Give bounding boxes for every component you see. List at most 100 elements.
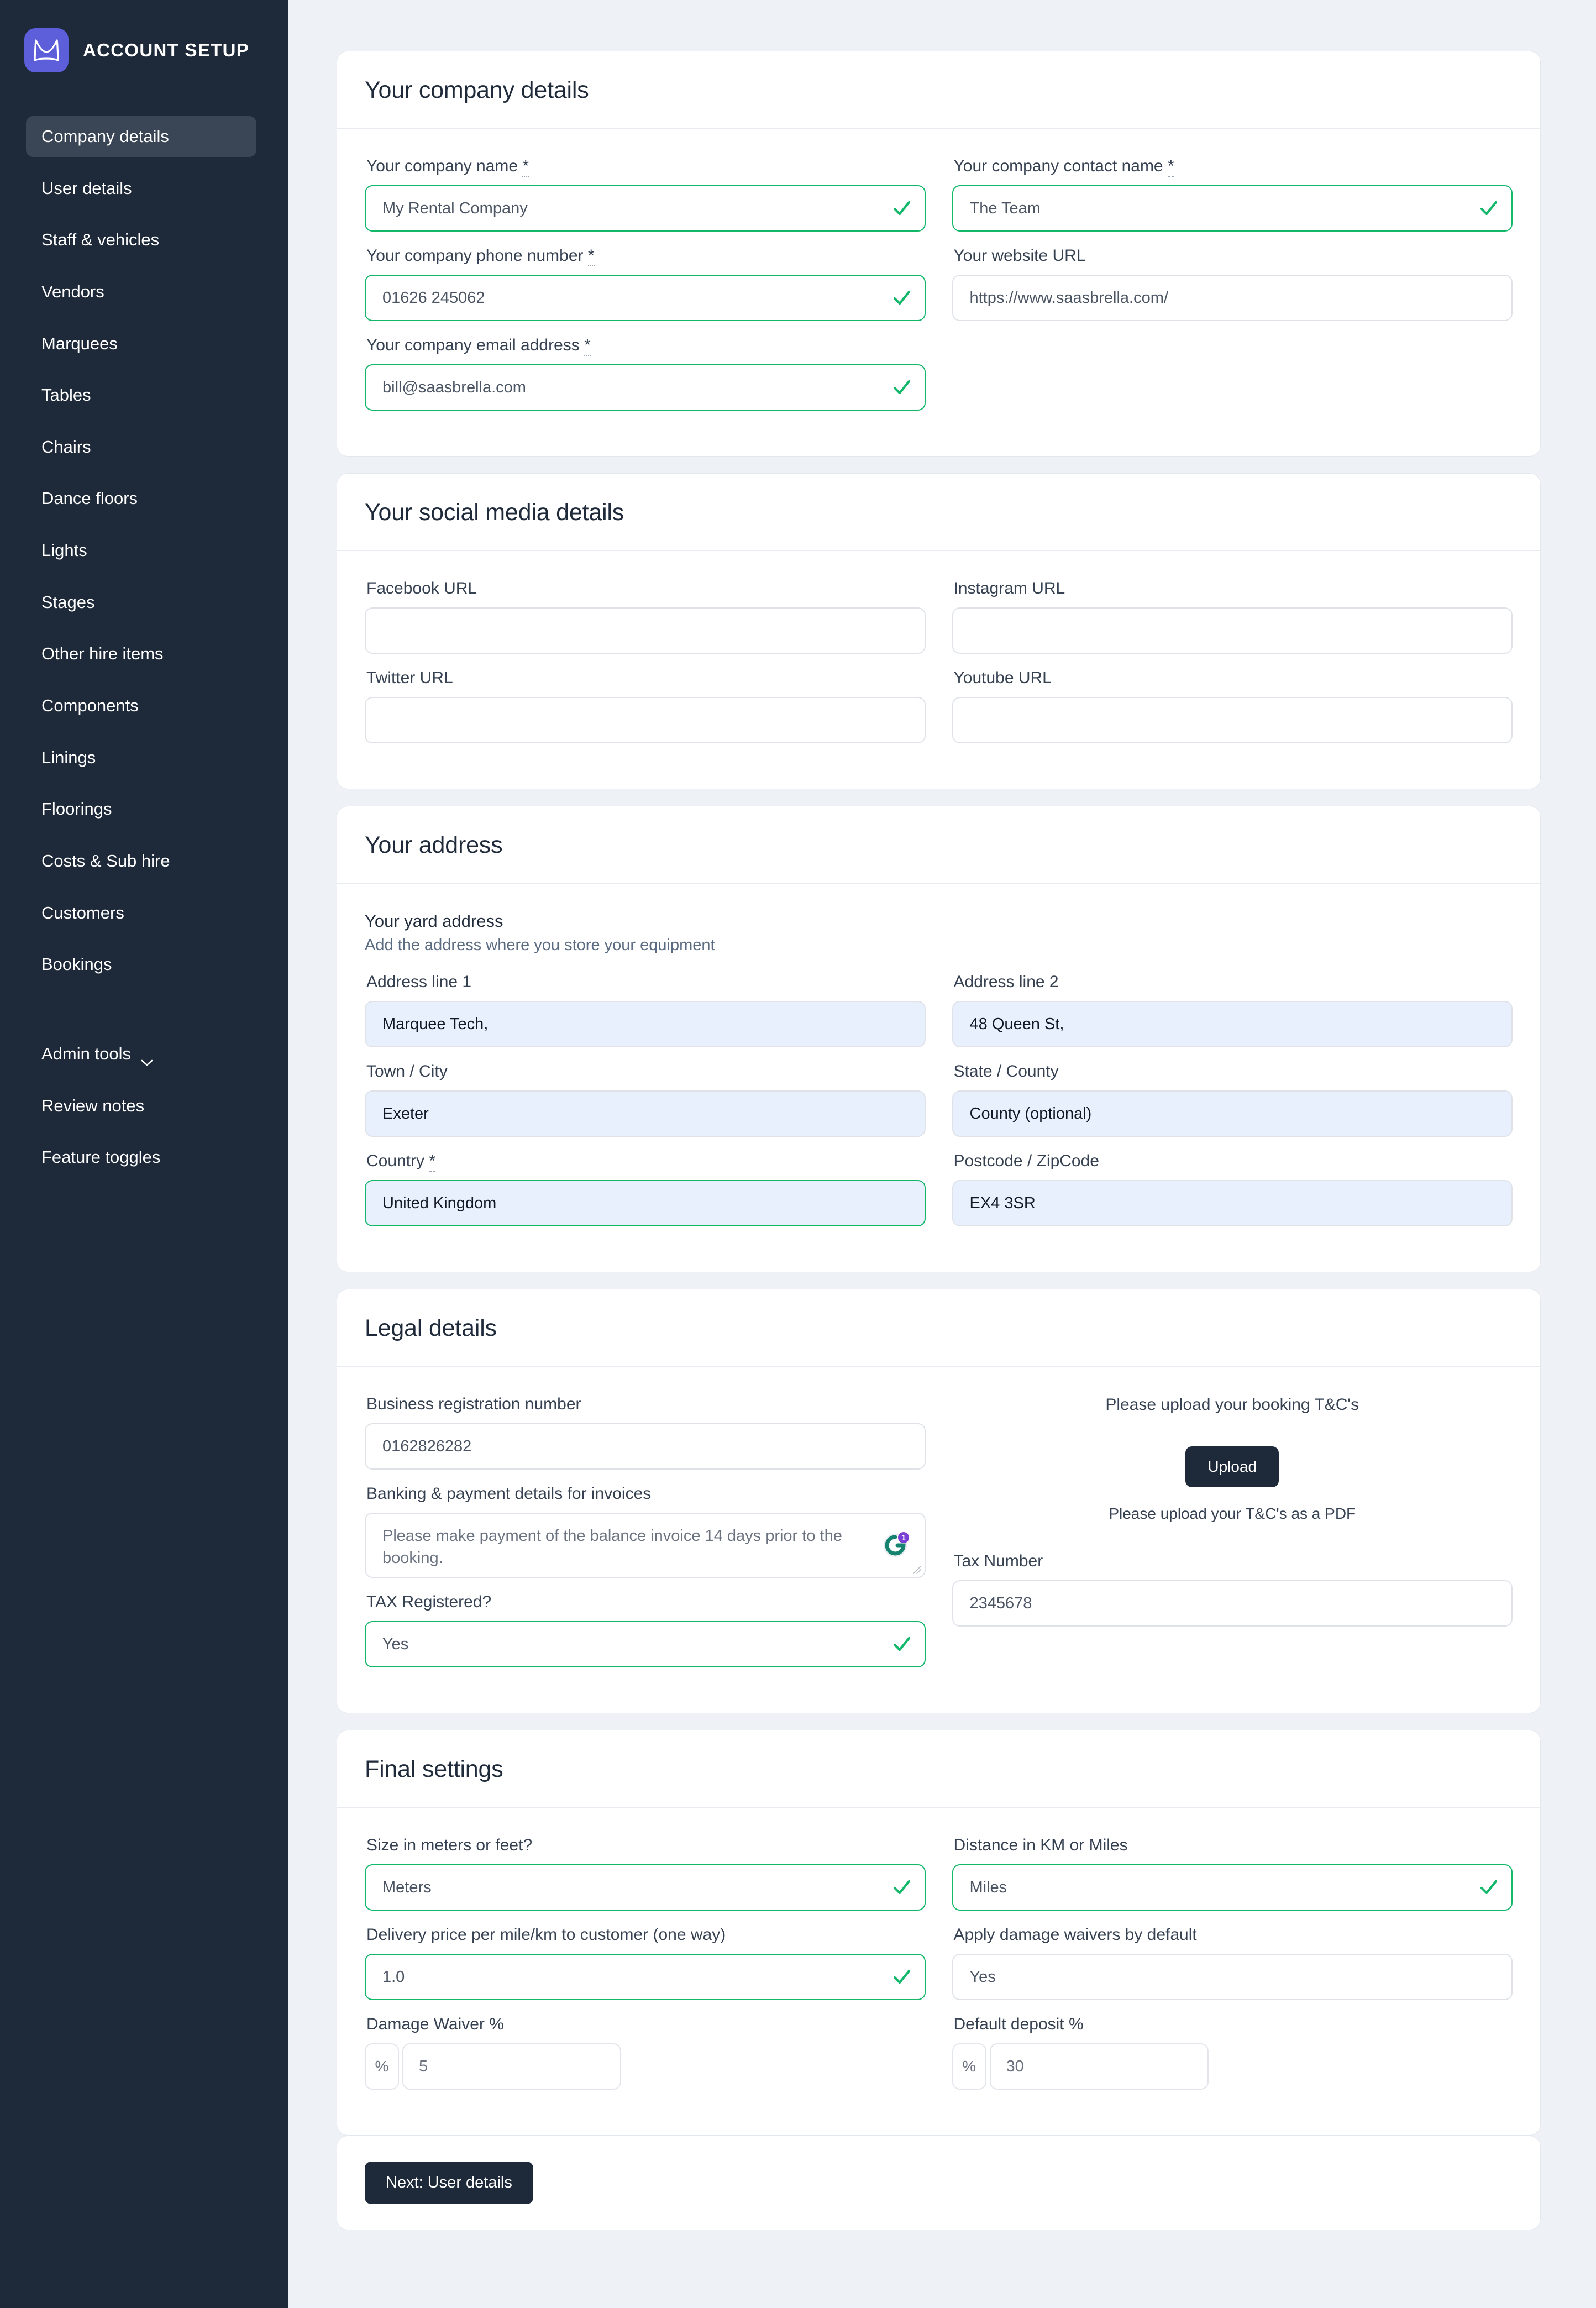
final-settings-card: Final settings Size in meters or feet? M… (337, 1730, 1541, 2136)
company-details-card: Your company details Your company name *… (337, 51, 1541, 457)
valid-check-icon (893, 1878, 911, 1897)
tc-upload-group: Please upload your booking T&C's Upload … (952, 1394, 1513, 1523)
delivery-price-label: Delivery price per mile/km to customer (… (366, 1926, 726, 1944)
sidebar-item-vendors[interactable]: Vendors (26, 271, 256, 312)
sidebar-item-review-notes[interactable]: Review notes (26, 1085, 256, 1126)
tax-number-label: Tax Number (953, 1552, 1043, 1570)
delivery-price-input[interactable]: 1.0 (365, 1954, 926, 2000)
valid-check-icon (893, 1968, 911, 1986)
distance-unit-label: Distance in KM or Miles (953, 1836, 1128, 1854)
country-input[interactable]: United Kingdom (365, 1180, 926, 1226)
company-details-body: Your company name * My Rental Company Yo… (337, 129, 1540, 456)
valid-check-icon (893, 199, 911, 218)
required-marker: * (1167, 157, 1174, 177)
facebook-input[interactable] (365, 607, 926, 654)
state-county-label: State / County (953, 1062, 1059, 1080)
next-user-details-button[interactable]: Next: User details (365, 2162, 533, 2204)
sidebar-item-floorings[interactable]: Floorings (26, 789, 256, 830)
youtube-input[interactable] (952, 697, 1513, 743)
instagram-input[interactable] (952, 607, 1513, 654)
youtube-field: Youtube URL (952, 668, 1513, 743)
company-website-label: Your website URL (953, 246, 1086, 265)
apply-damage-waivers-label: Apply damage waivers by default (953, 1926, 1197, 1944)
postcode-input[interactable]: EX4 3SR (952, 1180, 1513, 1226)
apply-damage-waivers-select[interactable]: Yes (952, 1954, 1513, 2000)
banking-details-textarea[interactable]: Please make payment of the balance invoi… (365, 1513, 926, 1578)
valid-check-icon (1479, 1878, 1498, 1897)
resize-handle-icon[interactable] (911, 1564, 921, 1574)
tax-registered-label: TAX Registered? (366, 1593, 492, 1611)
social-media-card: Your social media details Facebook URL T… (337, 473, 1541, 789)
marquee-logo-icon (24, 28, 69, 72)
default-deposit-field: Default deposit % % 30 (952, 2015, 1513, 2090)
social-media-header: Your social media details (337, 474, 1540, 551)
sidebar-item-customers[interactable]: Customers (26, 893, 256, 933)
state-county-input[interactable]: County (optional) (952, 1090, 1513, 1137)
final-settings-title: Final settings (365, 1756, 503, 1782)
brand-title: ACCOUNT SETUP (83, 40, 250, 60)
sidebar-item-company-details[interactable]: Company details (26, 116, 256, 157)
town-city-label: Town / City (366, 1062, 448, 1080)
sidebar-item-linings[interactable]: Linings (26, 737, 256, 778)
sidebar-item-bookings[interactable]: Bookings (26, 944, 256, 985)
final-settings-header: Final settings (337, 1730, 1540, 1808)
sidebar-item-feature-toggles[interactable]: Feature toggles (26, 1137, 256, 1178)
instagram-label: Instagram URL (953, 579, 1065, 597)
sidebar-item-components[interactable]: Components (26, 685, 256, 726)
business-registration-input[interactable]: 0162826282 (365, 1423, 926, 1470)
sidebar-item-lights[interactable]: Lights (26, 530, 256, 571)
company-name-label: Your company name * (366, 156, 926, 177)
company-phone-input[interactable]: 01626 245062 (365, 275, 926, 321)
distance-unit-select[interactable]: Miles (952, 1864, 1513, 1911)
final-settings-body: Size in meters or feet? Meters Delivery … (337, 1808, 1540, 2135)
sidebar-item-tables[interactable]: Tables (26, 375, 256, 416)
company-website-input[interactable]: https://www.saasbrella.com/ (952, 275, 1513, 321)
sidebar-item-other-hire-items[interactable]: Other hire items (26, 633, 256, 674)
twitter-label: Twitter URL (366, 669, 453, 687)
twitter-input[interactable] (365, 697, 926, 743)
grammarly-icon[interactable]: 1 (881, 1529, 911, 1559)
address-line2-field: Address line 2 48 Queen St, (952, 972, 1513, 1047)
required-marker: * (587, 246, 595, 266)
instagram-field: Instagram URL (952, 579, 1513, 654)
default-deposit-input[interactable]: 30 (989, 2043, 1209, 2090)
legal-details-header: Legal details (337, 1289, 1540, 1367)
sidebar-item-user-details[interactable]: User details (26, 168, 256, 209)
address-line2-label: Address line 2 (953, 973, 1059, 991)
apply-damage-waivers-field: Apply damage waivers by default Yes (952, 1925, 1513, 2000)
social-media-title: Your social media details (365, 499, 624, 526)
percent-addon-icon: % (952, 2043, 986, 2090)
sidebar-item-chairs[interactable]: Chairs (26, 427, 256, 468)
sidebar-item-costs-sub-hire[interactable]: Costs & Sub hire (26, 841, 256, 882)
svg-text:1: 1 (901, 1533, 906, 1542)
tax-number-input[interactable]: 2345678 (952, 1580, 1513, 1627)
valid-check-icon (893, 288, 911, 307)
company-contact-input[interactable]: The Team (952, 185, 1513, 232)
state-county-field: State / County County (optional) (952, 1062, 1513, 1137)
town-city-input[interactable]: Exeter (365, 1090, 926, 1137)
address-line2-input[interactable]: 48 Queen St, (952, 1001, 1513, 1047)
sidebar-item-staff-vehicles[interactable]: Staff & vehicles (26, 219, 256, 260)
company-name-field: Your company name * My Rental Company (365, 156, 926, 232)
address-line1-input[interactable]: Marquee Tech, (365, 1001, 926, 1047)
yard-address-subtitle: Your yard address (365, 911, 503, 931)
company-phone-field: Your company phone number * 01626 245062 (365, 246, 926, 321)
sidebar-item-admin-tools[interactable]: Admin tools (26, 1034, 256, 1074)
damage-waiver-field: Damage Waiver % % 5 (365, 2015, 926, 2090)
upload-button[interactable]: Upload (1185, 1446, 1279, 1487)
company-name-input[interactable]: My Rental Company (365, 185, 926, 232)
sidebar-item-stages[interactable]: Stages (26, 582, 256, 623)
company-email-label: Your company email address * (366, 335, 926, 356)
yard-address-description: Add the address where you store your equ… (365, 936, 715, 954)
sidebar: ACCOUNT SETUP Company details User detai… (0, 0, 288, 2308)
sidebar-item-marquees[interactable]: Marquees (26, 323, 256, 364)
company-email-input[interactable]: bill@saasbrella.com (365, 364, 926, 411)
size-unit-select[interactable]: Meters (365, 1864, 926, 1911)
damage-waiver-input[interactable]: 5 (402, 2043, 621, 2090)
address-title: Your address (365, 832, 503, 858)
social-media-body: Facebook URL Twitter URL Instagram URL Y… (337, 551, 1540, 789)
required-marker: * (584, 336, 591, 356)
tax-registered-select[interactable]: Yes (365, 1621, 926, 1667)
sidebar-item-dance-floors[interactable]: Dance floors (26, 478, 256, 519)
facebook-field: Facebook URL (365, 579, 926, 654)
